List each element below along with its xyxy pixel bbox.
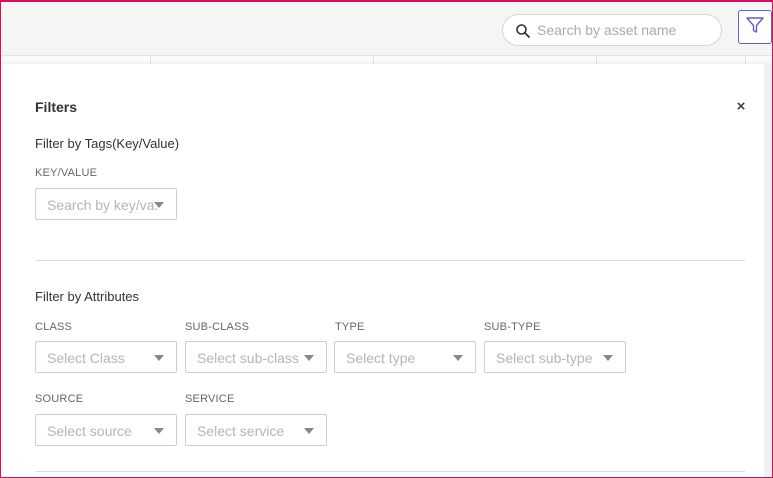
close-icon[interactable]: × [734, 99, 748, 114]
type-dropdown[interactable]: Select type [334, 341, 476, 373]
chevron-down-icon [453, 355, 463, 361]
sub-type-label: SUB-TYPE [484, 321, 541, 333]
panel-title: Filters [35, 99, 78, 115]
chevron-down-icon [603, 355, 613, 361]
app-frame: Filters × Filter by Tags(Key/Value) KEY/… [0, 0, 773, 478]
chevron-down-icon [304, 355, 314, 361]
asset-search-input[interactable] [537, 15, 717, 45]
service-placeholder: Select service [197, 423, 285, 439]
filter-button[interactable] [738, 10, 772, 44]
top-bar [1, 2, 772, 56]
sub-class-label: SUB-CLASS [185, 321, 250, 333]
source-placeholder: Select source [47, 423, 132, 439]
service-dropdown[interactable]: Select service [185, 414, 327, 446]
sub-type-placeholder: Select sub-type [496, 350, 593, 366]
class-dropdown[interactable]: Select Class [35, 341, 177, 373]
sub-type-dropdown[interactable]: Select sub-type [484, 341, 626, 373]
key-value-dropdown[interactable]: Search by key/va... [35, 188, 177, 220]
service-label: SERVICE [185, 393, 235, 405]
chevron-down-icon [154, 355, 164, 361]
type-label: TYPE [335, 321, 365, 333]
class-label: CLASS [35, 321, 73, 333]
source-dropdown[interactable]: Select source [35, 414, 177, 446]
asset-search-box[interactable] [502, 14, 722, 46]
attributes-section-title: Filter by Attributes [35, 289, 140, 304]
key-value-label: KEY/VALUE [35, 167, 98, 179]
tags-section-title: Filter by Tags(Key/Value) [35, 136, 180, 151]
filter-icon [745, 15, 765, 40]
panel-scrollbar[interactable] [764, 64, 772, 477]
sub-class-placeholder: Select sub-class [197, 350, 299, 366]
filters-panel: Filters × Filter by Tags(Key/Value) KEY/… [1, 64, 772, 477]
source-label: SOURCE [35, 393, 84, 405]
key-value-placeholder: Search by key/va... [47, 197, 159, 213]
sub-class-dropdown[interactable]: Select sub-class [185, 341, 327, 373]
type-placeholder: Select type [346, 350, 416, 366]
search-icon [515, 23, 531, 39]
chevron-down-icon [154, 428, 164, 434]
section-divider [35, 471, 745, 472]
chevron-down-icon [304, 428, 314, 434]
class-placeholder: Select Class [47, 350, 125, 366]
chevron-down-icon [154, 202, 164, 208]
section-divider [35, 260, 745, 261]
